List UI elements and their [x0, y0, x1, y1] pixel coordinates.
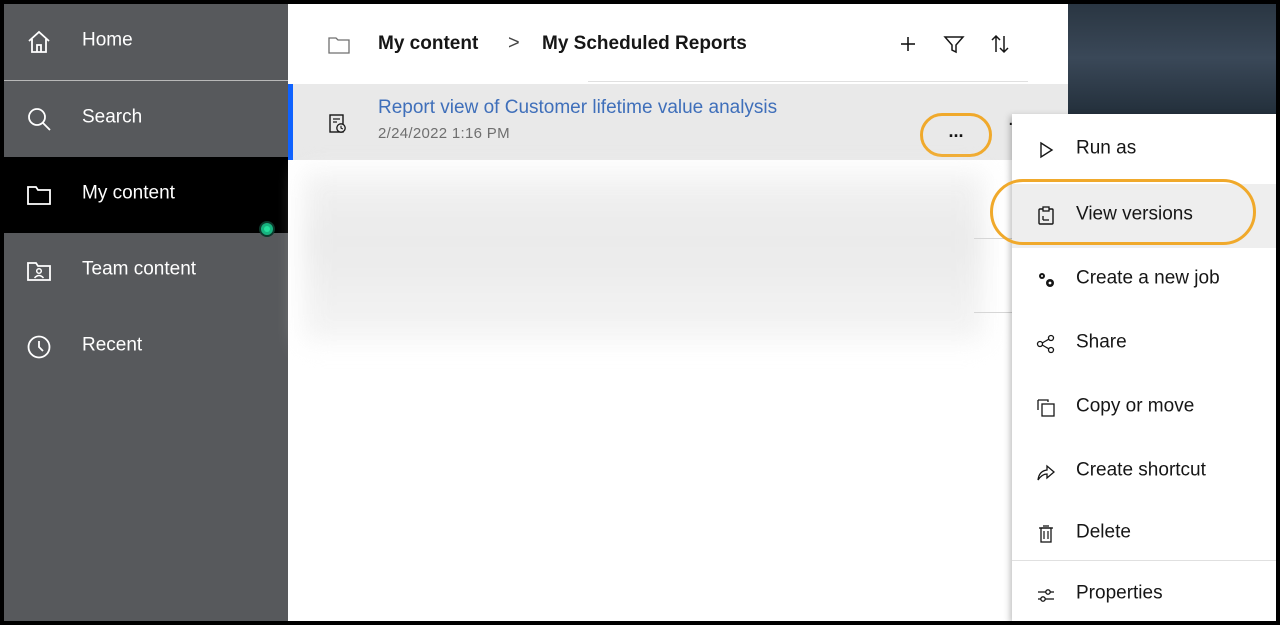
breadcrumb: My content > My Scheduled Reports [288, 4, 1028, 82]
sidebar-item-label: My content [82, 182, 175, 204]
sidebar: Home Search My content Team content Rece… [4, 4, 288, 621]
menu-item-run-as[interactable]: Run as [1012, 118, 1276, 182]
folder-icon [328, 37, 350, 54]
sidebar-item-label: Search [82, 106, 143, 128]
team-folder-icon [27, 262, 51, 281]
highlight-ring [990, 179, 1256, 245]
sidebar-item-label: Team content [82, 258, 197, 280]
toolbar-divider [588, 81, 1028, 82]
background-image [1068, 4, 1276, 124]
app-window: Home Search My content Team content Rece… [4, 4, 1276, 621]
menu-item-label: Create shortcut [1076, 459, 1206, 481]
breadcrumb-separator: > [508, 32, 520, 54]
filter-icon [943, 36, 965, 54]
menu-item-label: Copy or move [1076, 395, 1195, 417]
menu-item-properties[interactable]: Properties [1012, 563, 1276, 621]
blurred-content [304, 172, 984, 342]
filter-button[interactable] [942, 32, 966, 56]
menu-item-copy-move[interactable]: Copy or move [1012, 376, 1276, 440]
breadcrumb-root[interactable]: My content [378, 33, 478, 55]
menu-item-label: Run as [1076, 137, 1137, 159]
gears-icon [1039, 273, 1054, 287]
sidebar-item-recent[interactable]: Recent [4, 309, 288, 385]
scheduled-report-icon [329, 114, 346, 133]
sidebar-item-label: Home [82, 29, 133, 51]
menu-item-create-shortcut[interactable]: Create shortcut [1012, 440, 1276, 504]
menu-item-create-job[interactable]: Create a new job [1012, 248, 1276, 312]
sidebar-item-home[interactable]: Home [4, 4, 288, 80]
copy-icon [1037, 399, 1055, 417]
report-title-link[interactable]: Report view of Customer lifetime value a… [378, 97, 777, 119]
folder-icon [27, 186, 51, 205]
content-pane: My content > My Scheduled Reports Report… [288, 4, 1068, 621]
search-icon [28, 108, 51, 131]
clock-icon [27, 335, 51, 359]
menu-divider [1012, 560, 1276, 561]
sliders-icon [1038, 589, 1054, 602]
menu-item-share[interactable]: Share [1012, 312, 1276, 376]
add-button[interactable] [896, 32, 920, 56]
shortcut-icon [1037, 464, 1055, 481]
page-title: My Scheduled Reports [542, 33, 747, 54]
more-actions-button[interactable]: ... [920, 113, 992, 157]
home-icon [28, 30, 50, 53]
menu-item-label: Create a new job [1076, 267, 1220, 289]
play-icon [1040, 141, 1054, 159]
sidebar-item-search[interactable]: Search [4, 81, 288, 157]
menu-item-label: Share [1076, 331, 1127, 353]
sidebar-item-team-content[interactable]: Team content [4, 233, 288, 309]
sort-button[interactable] [988, 32, 1012, 56]
trash-icon [1039, 525, 1053, 543]
sidebar-item-label: Recent [82, 334, 143, 356]
report-timestamp: 2/24/2022 1:16 PM [378, 125, 510, 142]
sort-icon [991, 34, 1009, 54]
sidebar-item-my-content[interactable]: My content [4, 157, 288, 233]
menu-item-delete[interactable]: Delete [1012, 502, 1276, 566]
menu-item-label: Delete [1076, 521, 1131, 543]
menu-item-label: Properties [1076, 582, 1163, 604]
share-icon [1036, 334, 1055, 354]
plus-icon [901, 37, 915, 51]
